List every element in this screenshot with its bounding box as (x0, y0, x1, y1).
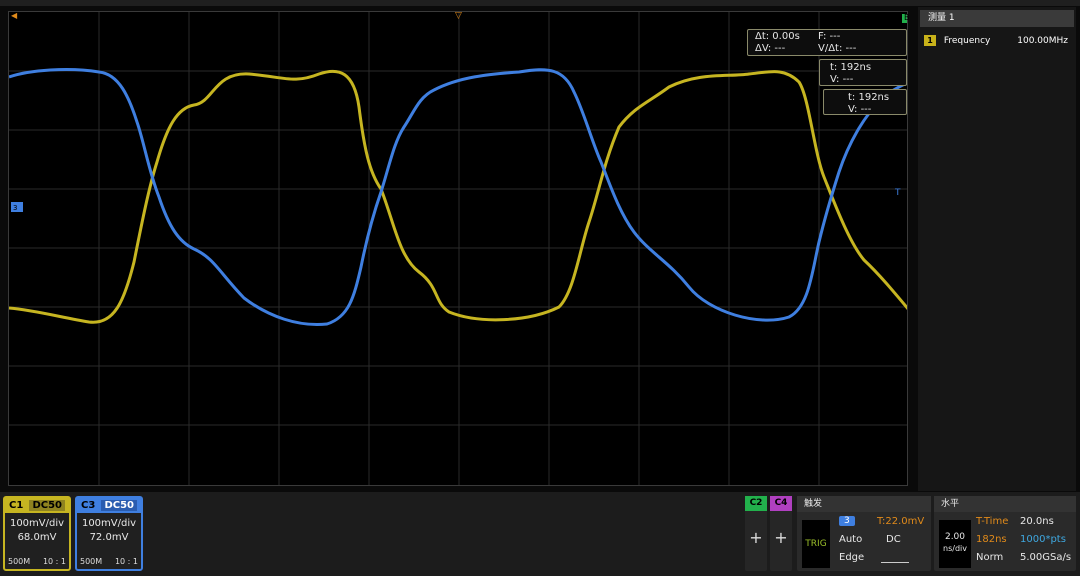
cursor-readout-panel: Δt: 0.00s F: --- ΔV: --- V/Δt: --- (747, 29, 907, 56)
ttime-value: 20.0ns (1020, 516, 1054, 527)
channel-3-coupling[interactable]: DC50 (101, 500, 137, 511)
acquisition-mode: Norm (976, 552, 1004, 563)
measurement-panel: 测量 1 1 Frequency 100.00MHz (918, 7, 1076, 491)
cursor-b-voltage: V: --- (848, 104, 872, 115)
timebase-unit: ns/div (943, 544, 967, 553)
channel-3-offset: 72.0mV (89, 532, 129, 543)
cursor-a-time: t: 192ns (830, 62, 872, 73)
ch1-trace (9, 69, 907, 324)
trigger-status: TRIG (802, 520, 830, 568)
delta-v-readout: ΔV: --- (755, 43, 786, 54)
dv-dt-readout: V/Δt: --- (818, 43, 857, 54)
cursor-b-readout: t: 192ns V: --- (823, 89, 907, 115)
sample-rate: 5.00GSa/s (1020, 552, 1072, 563)
graticule (9, 12, 907, 485)
trigger-mode[interactable]: Auto (839, 534, 862, 545)
top-bar (0, 0, 1080, 6)
channel-1-label: C1 (9, 500, 24, 511)
timebase-box[interactable]: 2.00 ns/div (939, 520, 971, 568)
channel-3-panel[interactable]: C3 DC50 100mV/div 72.0mV 500M 10 : 1 (75, 496, 143, 571)
trigger-panel[interactable]: 触发 TRIG 3 T:22.0mV Auto DC Edge (797, 496, 931, 571)
channel-1-probe: 10 : 1 (42, 557, 66, 566)
measurement-row[interactable]: 1 Frequency 100.00MHz (924, 33, 1074, 49)
channel-3-probe: 10 : 1 (114, 557, 138, 566)
waveform-canvas: ◀ ▽ 3 (9, 12, 907, 485)
left-trigger-marker: ◀ (11, 12, 18, 20)
trigger-coupling[interactable]: DC (886, 534, 901, 545)
channel-3-bandwidth: 500M (80, 557, 103, 566)
trigger-type[interactable]: Edge (839, 552, 864, 563)
bottom-control-bar: C1 DC50 100mV/div 68.0mV 500M 10 : 1 C3 DC5… (0, 492, 1080, 576)
cursor-b-time: t: 192ns (848, 92, 890, 103)
trigger-level: T:22.0mV (877, 516, 925, 527)
trigger-position-marker: ▽ (455, 12, 462, 21)
channel-3-label: C3 (81, 500, 96, 511)
channel-1-bandwidth: 500M (8, 557, 31, 566)
add-channel-2-button[interactable]: C2 + (745, 496, 767, 571)
channel-1-offset: 68.0mV (17, 532, 57, 543)
trigger-source[interactable]: 3 (839, 516, 855, 526)
measurement-name: Frequency (943, 36, 991, 46)
plus-icon: + (774, 528, 788, 547)
trigger-level-marker: T (895, 188, 901, 198)
measurement-value: 100.00MHz (1017, 36, 1068, 46)
timebase-value: 2.00 (944, 532, 966, 542)
trigger-title: 触发 (797, 496, 931, 512)
add-channel-4-button[interactable]: C4 + (770, 496, 792, 571)
horizontal-title: 水平 (934, 496, 1076, 512)
ttime-label: T-Time (976, 516, 1009, 527)
channel-4-tag: C4 (770, 496, 792, 511)
horizontal-panel[interactable]: 水平 2.00 ns/div T-Time 20.0ns 182ns 1000*… (934, 496, 1076, 571)
channel-2-tag: C2 (745, 496, 767, 511)
waveform-display[interactable]: ◀ ▽ 3 T B (8, 11, 910, 486)
channel-1-panel[interactable]: C1 DC50 100mV/div 68.0mV 500M 10 : 1 (3, 496, 71, 571)
plus-icon: + (749, 528, 763, 547)
measurement-title[interactable]: 测量 1 (920, 10, 1074, 27)
delta-t-readout: Δt: 0.00s (755, 31, 800, 42)
cursor-b-label: B (904, 13, 910, 22)
delay-value: 182ns (976, 534, 1007, 545)
points-value: 1000*pts (1020, 534, 1066, 545)
svg-text:3: 3 (13, 204, 17, 212)
frequency-readout: F: --- (818, 31, 841, 42)
channel-3-scale: 100mV/div (81, 518, 137, 529)
cursor-a-readout: t: 192ns V: --- (819, 59, 907, 86)
ch3-trace (9, 68, 907, 327)
cursor-a-voltage: V: --- (830, 74, 854, 85)
edge-icon (881, 554, 909, 563)
channel-1-scale: 100mV/div (9, 518, 65, 529)
channel-1-coupling[interactable]: DC50 (29, 500, 65, 511)
measurement-index: 1 (924, 35, 936, 46)
